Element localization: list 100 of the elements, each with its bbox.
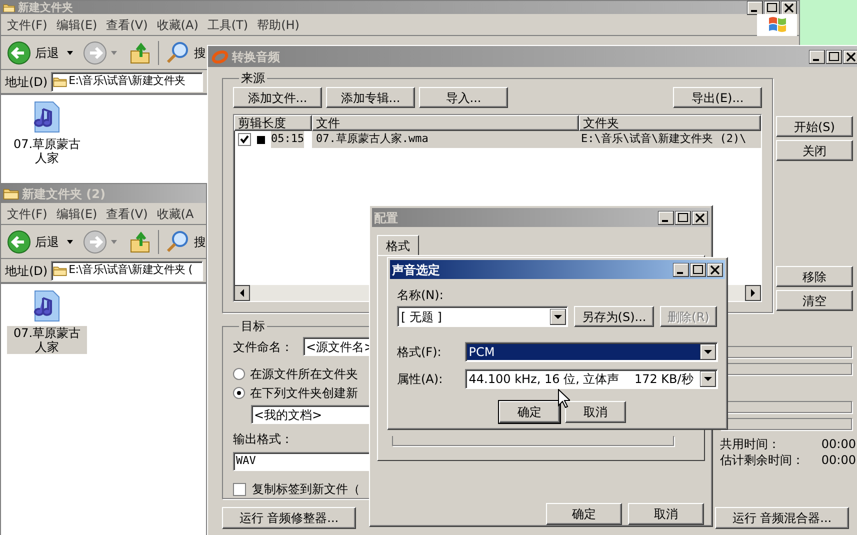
menu-item[interactable]: 工具(T) bbox=[207, 16, 248, 34]
close-icon[interactable] bbox=[692, 210, 708, 224]
toolbar-button[interactable]: 导入... bbox=[419, 87, 508, 108]
file-name[interactable]: 07.草原蒙古人家 bbox=[7, 137, 87, 165]
scroll-left-icon[interactable] bbox=[234, 285, 250, 301]
windows-logo bbox=[757, 14, 797, 36]
back-label[interactable]: 后退 bbox=[35, 44, 59, 62]
maximize-icon[interactable] bbox=[675, 210, 691, 224]
music-file-icon[interactable] bbox=[33, 101, 61, 133]
field-label: 格式(F): bbox=[397, 344, 442, 361]
toolbar-button[interactable]: 添加专辑... bbox=[326, 87, 415, 108]
up-folder-icon[interactable] bbox=[129, 40, 151, 64]
format-dropdown[interactable]: PCM bbox=[464, 342, 718, 362]
side-button[interactable]: 关闭 bbox=[776, 140, 853, 161]
close-icon[interactable] bbox=[843, 50, 857, 64]
close-icon[interactable] bbox=[707, 262, 723, 276]
time-value: 00:00 bbox=[821, 436, 856, 453]
column-header[interactable]: 文件 bbox=[312, 115, 579, 131]
maximize-icon[interactable] bbox=[764, 1, 780, 14]
address-field[interactable]: E:\音乐\试音\新建文件夹 ( bbox=[50, 260, 203, 280]
radio-button[interactable] bbox=[233, 387, 245, 399]
side-button[interactable]: 清空 bbox=[776, 290, 853, 311]
music-file-icon[interactable] bbox=[33, 290, 61, 322]
window-title: 新建文件夹 (2) bbox=[22, 186, 106, 202]
address-label: 地址(D) bbox=[5, 262, 48, 280]
app-icon bbox=[211, 50, 229, 64]
field-label: 文件命名： bbox=[233, 338, 293, 356]
radio-label[interactable]: 在源文件所在文件夹 bbox=[250, 365, 358, 383]
tool-button[interactable]: 运行 音频混合器... bbox=[715, 507, 849, 529]
time-value: 00:00 bbox=[821, 452, 856, 469]
checkbox[interactable] bbox=[238, 133, 251, 146]
address-label: 地址(D) bbox=[5, 74, 48, 90]
search-label[interactable]: 搜 bbox=[194, 232, 206, 250]
group-title: 目标 bbox=[240, 318, 266, 335]
menu-item[interactable]: 收藏(A) bbox=[156, 16, 198, 34]
toolbar-button[interactable]: 添加文件... bbox=[233, 87, 322, 108]
dialog-title: 配置 bbox=[374, 210, 399, 226]
side-button[interactable]: 移除 bbox=[776, 266, 853, 287]
table-cell-text: 07.草原蒙古人家.wma bbox=[315, 131, 430, 148]
column-header[interactable]: 剪辑长度 bbox=[234, 115, 312, 131]
time-label: 估计剩余时间： bbox=[720, 452, 804, 469]
attributes-dropdown[interactable]: 44.100 kHz, 16 位, 立体声 172 KB/秒 bbox=[464, 369, 718, 389]
minimize-icon[interactable] bbox=[673, 262, 689, 276]
window-title: 转换音频 bbox=[232, 48, 281, 66]
field-label: 属性(A): bbox=[397, 371, 444, 388]
tab[interactable]: 格式 bbox=[377, 235, 419, 255]
folder-icon bbox=[3, 187, 19, 200]
radio-label[interactable]: 在下列文件夹创建新 bbox=[250, 384, 358, 402]
folder-icon bbox=[52, 76, 67, 88]
checkbox[interactable] bbox=[233, 482, 246, 496]
dropdown-arrow-icon[interactable] bbox=[550, 308, 566, 324]
radio-button[interactable] bbox=[233, 368, 245, 380]
caret-icon[interactable] bbox=[67, 50, 73, 54]
minimize-icon[interactable] bbox=[809, 50, 825, 64]
folder-icon bbox=[52, 264, 67, 276]
search-icon[interactable] bbox=[166, 40, 190, 64]
caret-icon[interactable] bbox=[67, 240, 73, 244]
back-label[interactable]: 后退 bbox=[35, 232, 59, 250]
menu-item[interactable]: 收藏(A bbox=[156, 204, 194, 222]
table-cell-text: E:\音乐\试音\新建文件夹 (2)\ bbox=[580, 131, 748, 148]
dropdown-value: 44.100 kHz, 16 位, 立体声 172 KB/秒 bbox=[468, 371, 694, 387]
time-label: 共用时间： bbox=[720, 436, 780, 453]
close-icon[interactable] bbox=[781, 1, 797, 14]
menu-item[interactable]: 文件(F) bbox=[7, 204, 48, 222]
field-label: 输出格式： bbox=[233, 431, 294, 448]
menu-item[interactable]: 帮助(H) bbox=[257, 16, 300, 34]
cancel-button[interactable]: 取消 bbox=[628, 503, 704, 525]
table-cell: 05:15 bbox=[271, 131, 304, 148]
window-title: 新建文件夹 bbox=[18, 2, 74, 14]
menu-item[interactable]: 文件(F) bbox=[7, 16, 48, 34]
desktop-window bbox=[800, 0, 857, 45]
maximize-icon[interactable] bbox=[826, 50, 842, 64]
dropdown-value: PCM bbox=[466, 344, 700, 360]
ok-button[interactable]: 确定 bbox=[546, 503, 622, 525]
minimize-icon[interactable] bbox=[658, 210, 674, 224]
mouse-cursor-icon bbox=[558, 389, 570, 408]
minimize-icon[interactable] bbox=[747, 1, 763, 14]
cancel-button[interactable]: 取消 bbox=[565, 401, 626, 423]
checkbox-label[interactable]: 复制标签到新文件（ bbox=[252, 480, 360, 498]
up-folder-icon[interactable] bbox=[129, 230, 151, 254]
menu-item[interactable]: 查看(V) bbox=[106, 16, 148, 34]
group-title: 来源 bbox=[240, 70, 266, 87]
menu-item[interactable]: 查看(V) bbox=[106, 204, 148, 222]
export-button[interactable]: 导出(E)... bbox=[673, 87, 762, 108]
address-field[interactable]: E:\音乐\试音\新建文件夹 bbox=[50, 72, 203, 92]
side-button[interactable]: 开始(S) bbox=[776, 116, 853, 137]
save-as-button[interactable]: 另存为(S)... bbox=[574, 306, 654, 327]
menu-item[interactable]: 编辑(E) bbox=[56, 204, 98, 222]
tool-button[interactable]: 运行 音频修整器... bbox=[222, 507, 356, 529]
dropdown-arrow-icon[interactable] bbox=[700, 371, 716, 387]
search-icon[interactable] bbox=[166, 230, 190, 254]
preset-dropdown[interactable]: [ 无题 ] bbox=[397, 306, 568, 327]
column-header[interactable]: 文件夹 bbox=[579, 115, 761, 131]
scroll-right-icon[interactable] bbox=[745, 285, 761, 301]
search-label[interactable]: 搜 bbox=[194, 44, 206, 62]
dropdown-arrow-icon[interactable] bbox=[700, 344, 716, 360]
file-name[interactable]: 07.草原蒙古人家 bbox=[7, 326, 87, 354]
maximize-icon[interactable] bbox=[690, 262, 706, 276]
menu-item[interactable]: 编辑(E) bbox=[56, 16, 98, 34]
ok-button[interactable]: 确定 bbox=[499, 401, 560, 423]
